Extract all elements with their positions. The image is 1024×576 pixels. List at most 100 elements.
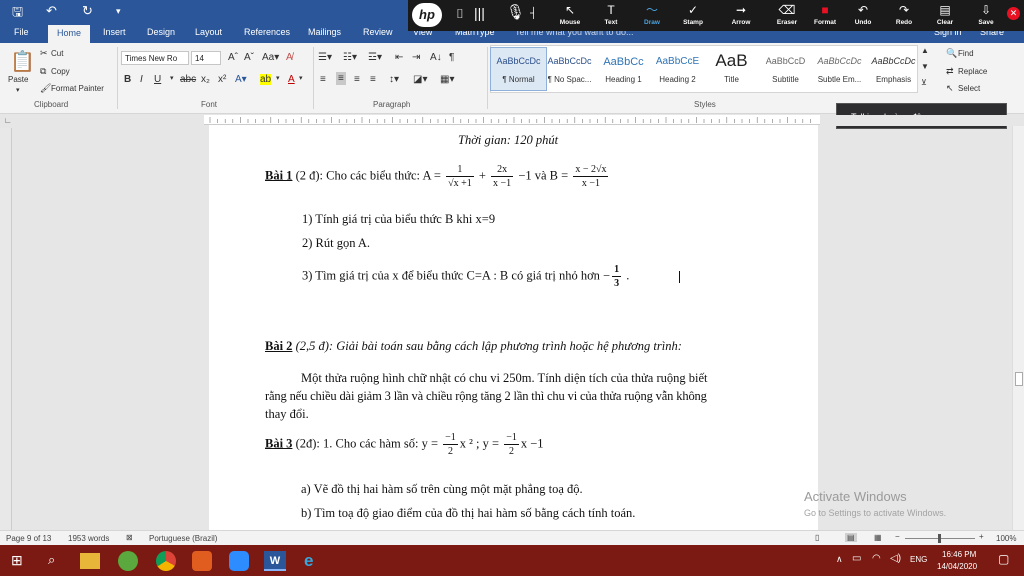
web-layout-icon[interactable]: ▦ — [874, 533, 882, 542]
volume-icon[interactable]: ◁) — [890, 553, 901, 564]
edge-icon[interactable]: e — [304, 551, 322, 571]
clock-date[interactable]: 14/04/2020 — [937, 562, 977, 571]
style-heading-1[interactable]: AaBbCc Heading 1 — [595, 47, 652, 91]
shrink-font-icon[interactable]: Aˇ — [244, 52, 254, 63]
zoom-in-icon[interactable]: + — [979, 532, 984, 541]
tab-layout[interactable]: Layout — [195, 27, 222, 37]
style-no-spacing[interactable]: AaBbCcDc ¶ No Spac... — [541, 47, 598, 91]
zoom-app-icon[interactable] — [229, 551, 249, 571]
clear-formatting-icon[interactable]: A̸ — [286, 52, 293, 63]
zoom-out-icon[interactable]: − — [895, 532, 900, 541]
app-green-icon[interactable] — [118, 551, 138, 571]
justify-icon[interactable]: ≡ — [370, 74, 376, 85]
word-icon[interactable]: W — [264, 551, 286, 571]
page-count[interactable]: Page 9 of 13 — [6, 534, 51, 543]
tool-stamp[interactable]: ✓ Stamp — [673, 3, 713, 26]
tab-selector-icon[interactable]: ∟ — [4, 116, 12, 125]
tab-mailings[interactable]: Mailings — [308, 27, 341, 37]
font-size-select[interactable]: 14 — [191, 51, 221, 65]
print-layout-icon[interactable]: ▤ — [845, 533, 857, 542]
chrome-icon[interactable] — [156, 551, 176, 571]
app-orange-icon[interactable] — [192, 551, 212, 571]
tool-clear[interactable]: ▤ Clear — [925, 3, 965, 26]
font-color-dropdown-icon[interactable]: ▾ — [299, 74, 303, 82]
proofing-icon[interactable]: ⊠ — [126, 533, 133, 542]
customize-quick-access-icon[interactable]: ▾ — [116, 6, 121, 17]
styles-more-icon[interactable]: ⊻ — [921, 78, 927, 87]
line-spacing-icon[interactable]: ↕▾ — [389, 74, 399, 85]
network-icon[interactable]: ◠ — [872, 553, 881, 564]
file-explorer-icon[interactable] — [80, 553, 100, 569]
grow-font-icon[interactable]: Aˆ — [228, 52, 238, 63]
notifications-icon[interactable]: ▢ — [998, 552, 1009, 566]
style-subtitle[interactable]: AaBbCcD Subtitle — [757, 47, 814, 91]
tool-undo[interactable]: ↶ Undo — [843, 3, 883, 26]
paste-dropdown-icon[interactable]: ▾ — [16, 86, 20, 94]
close-icon[interactable]: ✕ — [1007, 7, 1020, 20]
style-heading-2[interactable]: AaBbCcE Heading 2 — [649, 47, 706, 91]
redo-icon[interactable]: ↻ — [82, 3, 93, 19]
scrollbar-thumb[interactable] — [1015, 372, 1023, 386]
tool-arrow[interactable]: ➞ Arrow — [721, 3, 761, 26]
style-subtle-emphasis[interactable]: AaBbCcDc Subtle Em... — [811, 47, 868, 91]
tool-draw[interactable]: 〜 Draw — [632, 3, 672, 26]
tab-references[interactable]: References — [244, 27, 290, 37]
undo-icon[interactable]: ↶ — [46, 3, 57, 19]
tab-design[interactable]: Design — [147, 27, 175, 37]
font-color-icon[interactable]: A — [288, 74, 295, 85]
style-title[interactable]: AaB Title — [703, 47, 760, 91]
paste-button[interactable]: Paste — [8, 75, 28, 84]
replace-button[interactable]: Replace — [958, 67, 987, 76]
tab-home[interactable]: Home — [48, 25, 91, 43]
collapse-icon[interactable]: ⌷ — [456, 6, 464, 22]
change-case-icon[interactable]: Aa▾ — [262, 52, 279, 63]
tool-eraser[interactable]: ⌫ Eraser — [767, 3, 807, 26]
tool-mouse[interactable]: ↖ Mouse — [550, 3, 590, 26]
copy-button[interactable]: Copy — [51, 67, 70, 76]
tool-text[interactable]: T Text — [591, 3, 631, 26]
windows-start-icon[interactable]: ⊞ — [11, 552, 23, 569]
zoom-slider-thumb[interactable] — [938, 534, 941, 543]
sort-icon[interactable]: A↓ — [430, 52, 442, 63]
save-icon[interactable]: 🖫 — [12, 3, 23, 25]
clock-time[interactable]: 16:46 PM — [942, 550, 976, 559]
show-hidden-icons-icon[interactable]: ∧ — [836, 554, 843, 565]
paste-icon[interactable]: 📋 — [10, 49, 35, 74]
word-count[interactable]: 1953 words — [68, 534, 109, 543]
vertical-scrollbar[interactable] — [1012, 126, 1024, 530]
tool-save[interactable]: ⇩ Save — [966, 3, 1006, 26]
tool-format[interactable]: ■ Format — [805, 3, 845, 26]
input-language[interactable]: ENG — [910, 555, 927, 564]
multilevel-list-icon[interactable]: ☲▾ — [368, 52, 382, 63]
subscript-icon[interactable]: x₂ — [201, 74, 210, 85]
highlight-icon[interactable]: ab — [260, 74, 272, 85]
text-effects-icon[interactable]: A▾ — [235, 74, 247, 85]
decrease-indent-icon[interactable]: ⇤ — [395, 52, 403, 63]
audio-icon[interactable]: ||| — [474, 5, 485, 21]
superscript-icon[interactable]: x² — [218, 74, 226, 85]
style-normal[interactable]: AaBbCcDc ¶ Normal — [490, 47, 547, 91]
language-indicator[interactable]: Portuguese (Brazil) — [149, 534, 217, 543]
document-page[interactable]: Thời gian: 120 phút Bài 1 (2 đ): Cho các… — [209, 125, 818, 530]
read-mode-icon[interactable]: ▯ — [815, 533, 819, 542]
font-name-select[interactable]: Times New Ro — [121, 51, 189, 65]
find-button[interactable]: Find — [958, 49, 974, 58]
battery-icon[interactable]: ▭ — [852, 553, 861, 564]
align-right-icon[interactable]: ≡ — [354, 74, 360, 85]
select-button[interactable]: Select — [958, 84, 980, 93]
underline-dropdown-icon[interactable]: ▾ — [170, 74, 174, 82]
highlight-dropdown-icon[interactable]: ▾ — [276, 74, 280, 82]
underline-icon[interactable]: U — [154, 74, 161, 85]
format-painter-button[interactable]: Format Painter — [51, 84, 104, 93]
tab-file[interactable]: File — [14, 27, 29, 37]
style-emphasis[interactable]: AaBbCcDc Emphasis — [865, 47, 922, 91]
italic-icon[interactable]: I — [140, 74, 143, 85]
zoom-level[interactable]: 100% — [996, 534, 1016, 543]
increase-indent-icon[interactable]: ⇥ — [412, 52, 420, 63]
cut-button[interactable]: Cut — [51, 49, 63, 58]
numbering-icon[interactable]: ☷▾ — [343, 52, 357, 63]
borders-icon[interactable]: ▦▾ — [440, 74, 454, 85]
styles-scroll-up-icon[interactable]: ▲ — [921, 46, 929, 55]
tab-review[interactable]: Review — [363, 27, 393, 37]
align-left-icon[interactable]: ≡ — [320, 74, 326, 85]
